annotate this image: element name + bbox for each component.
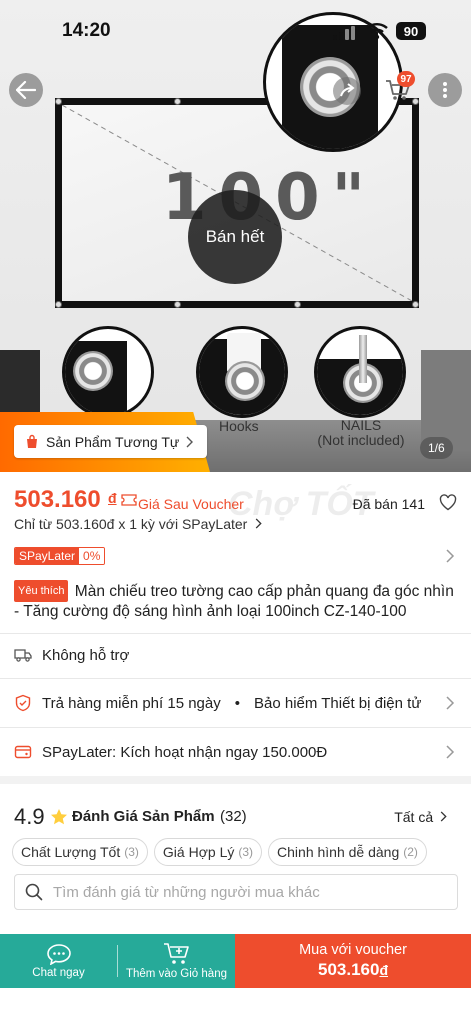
signal-icon bbox=[333, 26, 355, 40]
spaylater-tag: SPayLater 0% bbox=[14, 547, 106, 565]
chevron-right-icon bbox=[440, 811, 447, 822]
detail-nail bbox=[314, 326, 406, 418]
rating-score: 4.9 bbox=[14, 804, 45, 829]
reviews-header: 4.9 Đánh Giá Sản Phẩm (32) Tất cả bbox=[14, 804, 459, 830]
wallet-icon bbox=[14, 745, 32, 759]
buy-with-voucher-button[interactable]: Mua với voucher 503.160đ bbox=[235, 934, 471, 988]
status-time: 14:20 bbox=[62, 20, 111, 41]
review-search-input[interactable] bbox=[53, 883, 443, 901]
chat-icon bbox=[46, 944, 71, 965]
buy-label: Mua với voucher bbox=[299, 942, 407, 958]
voucher-icon bbox=[121, 494, 137, 506]
insurance-text: Bảo hiểm Thiết bị điện tử bbox=[254, 694, 422, 712]
return-policy-text: Trả hàng miễn phí 15 ngày bbox=[42, 694, 221, 712]
shipping-row: Không hỗ trợ bbox=[14, 643, 459, 667]
wifi-icon bbox=[366, 23, 388, 40]
chevron-right-icon bbox=[446, 745, 455, 759]
detail-hook bbox=[196, 326, 288, 418]
divider bbox=[0, 678, 471, 679]
battery-indicator: 90 bbox=[396, 22, 426, 40]
chevron-right-icon bbox=[186, 436, 194, 447]
divider bbox=[0, 727, 471, 728]
add-to-cart-label: Thêm vào Giỏ hàng bbox=[125, 968, 227, 980]
chat-label: Chat ngay bbox=[32, 967, 85, 979]
back-button[interactable] bbox=[9, 73, 43, 107]
divider bbox=[0, 633, 471, 634]
reviews-count: (32) bbox=[220, 808, 247, 825]
see-all-reviews-link[interactable]: Tất cả bbox=[394, 809, 447, 825]
hooks-label: Hooks bbox=[219, 418, 259, 434]
status-bar: 14:20 90 bbox=[0, 0, 471, 60]
detail-grommet bbox=[62, 326, 154, 418]
product-title-text: Màn chiếu treo tường cao cấp phản quang … bbox=[14, 583, 454, 620]
star-icon bbox=[51, 809, 67, 825]
after-voucher-label: Giá Sau Voucher bbox=[138, 496, 244, 512]
price-amount: 503.160 bbox=[14, 486, 101, 513]
installment-info[interactable]: Chỉ từ 503.160đ x 1 kỳ với SPayLater bbox=[14, 516, 262, 532]
section-divider bbox=[0, 776, 471, 784]
add-to-cart-button[interactable]: Thêm vào Giỏ hàng bbox=[118, 934, 235, 988]
cart-count-badge: 97 bbox=[397, 71, 415, 87]
shopping-bag-icon bbox=[27, 434, 37, 448]
shipping-text: Không hỗ trợ bbox=[42, 646, 130, 664]
shield-check-icon bbox=[15, 694, 31, 712]
spaylater-promo-row[interactable]: SPayLater: Kích hoạt nhận ngay 150.000Đ bbox=[14, 740, 459, 764]
nails-label: NAILS (Not included) bbox=[317, 417, 405, 448]
sold-count: Đã bán 141 bbox=[352, 496, 425, 512]
review-search-box[interactable] bbox=[14, 874, 458, 910]
sold-out-badge: Bán hết bbox=[188, 190, 282, 284]
favorite-tag: Yêu thích bbox=[14, 580, 69, 602]
share-icon[interactable] bbox=[332, 76, 362, 106]
buy-price: 503.160đ bbox=[317, 960, 388, 979]
product-image-carousel[interactable]: 100" Hooks NAILS (Not included) Bán hết … bbox=[0, 0, 471, 472]
truck-icon bbox=[14, 649, 32, 662]
guarantee-row[interactable]: Trả hàng miễn phí 15 ngày • Bảo hiểm Thi… bbox=[14, 691, 459, 715]
arrow-left-icon bbox=[16, 81, 36, 99]
similar-products-label: Sản Phẩm Tương Tự bbox=[46, 433, 180, 450]
product-title: Yêu thích Màn chiếu treo tường cao cấp p… bbox=[14, 580, 459, 622]
more-options-button[interactable] bbox=[428, 73, 462, 107]
chevron-right-icon bbox=[446, 696, 455, 710]
image-counter: 1/6 bbox=[420, 437, 453, 459]
review-chip[interactable]: Chinh hình dễ dàng (2) bbox=[268, 838, 427, 866]
cabinet-right bbox=[421, 350, 471, 450]
chevron-right-icon bbox=[446, 549, 455, 563]
review-chip[interactable]: Giá Hợp Lý (3) bbox=[153, 838, 263, 866]
cart-plus-icon bbox=[163, 943, 189, 964]
review-chip[interactable]: Chất Lượng Tốt (3) bbox=[12, 838, 148, 866]
price-row: 503.160 đ Giá Sau Voucher Đã bán 141 bbox=[14, 486, 459, 516]
reviews-title: Đánh Giá Sản Phẩm bbox=[72, 808, 215, 825]
bottom-action-bar: Chat ngay Thêm vào Giỏ hàng Mua với vouc… bbox=[0, 934, 471, 988]
spaylater-promo-text: SPayLater: Kích hoạt nhận ngay 150.000Đ bbox=[42, 743, 328, 761]
price-currency: đ bbox=[108, 490, 117, 506]
heart-icon[interactable] bbox=[439, 494, 457, 511]
similar-products-button[interactable]: Sản Phẩm Tương Tự bbox=[14, 425, 208, 458]
spaylater-row[interactable]: SPayLater 0% bbox=[14, 547, 459, 567]
more-vertical-icon bbox=[443, 82, 447, 98]
home-indicator-area bbox=[0, 988, 471, 1024]
chat-button[interactable]: Chat ngay bbox=[0, 934, 117, 988]
chevron-right-icon bbox=[255, 518, 262, 529]
review-filter-chips: Chất Lượng Tốt (3) Giá Hợp Lý (3) Chinh hì… bbox=[12, 838, 427, 866]
separator-dot: • bbox=[234, 694, 240, 712]
search-icon bbox=[25, 883, 43, 901]
bar-separator bbox=[117, 934, 118, 988]
